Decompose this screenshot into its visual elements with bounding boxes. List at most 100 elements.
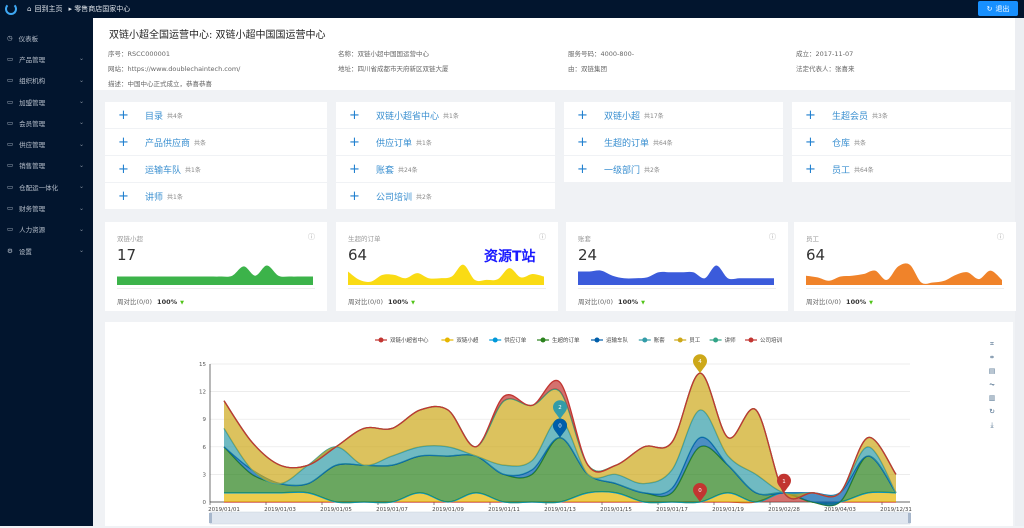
info-field: 法定代表人：张喜来	[796, 63, 855, 73]
legend-item[interactable]: 双链小超省中心	[375, 336, 429, 344]
divider	[348, 288, 546, 289]
plus-icon[interactable]: +	[805, 135, 832, 150]
entity-link[interactable]: + 运输车队 共1条	[105, 156, 327, 182]
sidebar-item[interactable]: ▭ 供应管理 ⌄	[0, 133, 93, 154]
logo-icon[interactable]	[5, 3, 17, 15]
legend-item[interactable]: 生超的订单	[537, 336, 580, 344]
sidebar-item[interactable]: ▭ 仓配运一体化 ⌄	[0, 176, 93, 197]
legend-item[interactable]: 双链小超	[441, 336, 479, 344]
entity-link[interactable]: + 一级部门 共2条	[564, 156, 783, 182]
info-value: 中国中心正式成立，恭喜恭喜	[127, 80, 213, 88]
scrollbar[interactable]	[1015, 18, 1024, 526]
page-title: 双链小超全国运营中心: 双链小超中国国运营中心	[109, 30, 326, 41]
sidebar-item[interactable]: ▭ 人力资源 ⌄	[0, 219, 93, 240]
legend-item[interactable]: 账套	[638, 336, 666, 344]
entity-count: 共条	[854, 139, 867, 147]
data-zoom-slider[interactable]	[209, 511, 911, 525]
plus-icon[interactable]: +	[805, 162, 832, 177]
compare-label: 周对比(0/0)	[578, 298, 614, 306]
entity-link[interactable]: + 仓库 共条	[792, 129, 1011, 155]
sidebar-item[interactable]: ▭ 产品管理 ⌄	[0, 48, 93, 69]
info-icon[interactable]: ⓘ	[997, 232, 1004, 242]
chevron-down-icon: ⌄	[78, 98, 84, 106]
sidebar-item[interactable]: ▭ 会员管理 ⌄	[0, 112, 93, 133]
divider	[806, 288, 1004, 289]
plus-icon[interactable]: +	[349, 135, 376, 150]
entity-link[interactable]: + 双链小超省中心 共1条	[336, 102, 555, 128]
entity-link[interactable]: + 员工 共64条	[792, 156, 1011, 182]
stacked-area-chart: 036912152019/01/01 2019/01/03 2019/01/05 20…	[199, 336, 996, 525]
info-field: 地址：四川省成都市天府新区双链大厦	[338, 63, 449, 73]
bar-chart-icon[interactable]: ▥	[989, 394, 996, 402]
crop-icon[interactable]: ⌗	[990, 340, 994, 348]
plus-icon[interactable]: +	[118, 135, 145, 150]
entity-link[interactable]: + 供应订单 共1条	[336, 129, 555, 155]
plus-icon[interactable]: +	[118, 162, 145, 177]
sidebar-item-label: 仓配运一体化	[19, 183, 59, 192]
info-icon[interactable]: ⓘ	[308, 232, 315, 242]
info-icon[interactable]: ⓘ	[539, 232, 546, 242]
entity-link[interactable]: + 生超会员 共3条	[792, 102, 1011, 128]
folder-icon: ▭	[7, 76, 14, 85]
entity-count: 共64条	[653, 139, 673, 147]
sidebar-item-label: 供应管理	[19, 141, 46, 150]
legend-item[interactable]: 公司培训	[745, 336, 783, 344]
plus-icon[interactable]: +	[349, 162, 376, 177]
info-label: 名称：	[338, 50, 358, 58]
sidebar-item[interactable]: ◷ 仪表板	[0, 27, 93, 48]
plus-icon[interactable]: +	[118, 189, 145, 204]
entity-link[interactable]: + 目录 共4条	[105, 102, 327, 128]
sidebar-item-label: 加盟管理	[19, 98, 46, 107]
legend-item[interactable]: 运输车队	[591, 336, 629, 344]
plus-icon[interactable]: +	[577, 162, 604, 177]
info-field: 成立：2017-11-07	[796, 48, 853, 58]
slider-handle-left[interactable]	[209, 513, 212, 523]
y-tick-label: 9	[203, 417, 207, 423]
line-chart-icon[interactable]: ⏦	[989, 381, 995, 389]
legend-item[interactable]: 供应订单	[489, 336, 527, 344]
logout-button[interactable]: ↻ 退出	[978, 1, 1018, 16]
chevron-down-icon: ⌄	[78, 119, 84, 127]
sidebar-item-label: 销售管理	[19, 162, 46, 171]
refresh-icon[interactable]: ↻	[989, 408, 995, 416]
entity-label: 生超会员	[832, 111, 869, 122]
entity-count: 共4条	[167, 112, 183, 120]
entity-link[interactable]: + 账套 共24条	[336, 156, 555, 182]
plus-icon[interactable]: +	[349, 189, 376, 204]
sidebar-item[interactable]: ▭ 加盟管理 ⌄	[0, 91, 93, 112]
info-value[interactable]: https://www.doublechaintech.com/	[128, 65, 241, 73]
plus-icon[interactable]: +	[349, 108, 376, 123]
restore-crop-icon[interactable]: ⌗	[990, 354, 994, 362]
entity-link[interactable]: + 公司培训 共2条	[336, 183, 555, 209]
folder-icon: ▭	[7, 54, 14, 63]
plus-icon[interactable]: +	[577, 108, 604, 123]
legend-item[interactable]: 员工	[674, 337, 701, 344]
home-link[interactable]: ⌂ 回到主页	[27, 4, 62, 14]
info-label: 描述：	[108, 80, 128, 88]
stat-title: 双链小超	[117, 235, 143, 243]
entity-link[interactable]: + 讲师 共1条	[105, 183, 327, 209]
entity-link[interactable]: + 双链小超 共17条	[564, 102, 783, 128]
data-view-icon[interactable]: ▤	[989, 367, 996, 375]
plus-icon[interactable]: +	[577, 135, 604, 150]
sidebar-item[interactable]: ▭ 组织机构 ⌄	[0, 70, 93, 91]
chevron-down-icon: ⌄	[78, 76, 84, 84]
sparkline	[806, 263, 1002, 285]
breadcrumb-label: 零售商店国家中心	[74, 5, 131, 13]
slider-handle-right[interactable]	[908, 513, 911, 523]
entity-label: 员工	[832, 165, 851, 176]
dashboard-icon: ◷	[7, 33, 13, 42]
breadcrumb[interactable]: ▸ 零售商店国家中心	[68, 4, 130, 14]
sidebar-item[interactable]: ▭ 销售管理 ⌄	[0, 155, 93, 176]
info-icon[interactable]: ⓘ	[769, 232, 776, 242]
download-icon[interactable]: ⤓	[990, 421, 993, 429]
sidebar-item[interactable]: ▭ 财务管理 ⌄	[0, 197, 93, 218]
legend-item[interactable]: 讲师	[709, 336, 737, 344]
entity-link[interactable]: + 生超的订单 共64条	[564, 129, 783, 155]
entity-link[interactable]: + 产品供应商 共条	[105, 129, 327, 155]
sidebar-item[interactable]: ⚙ 设置 ⌄	[0, 240, 93, 261]
sparkline-area	[348, 264, 544, 285]
legend-marker	[540, 337, 546, 343]
plus-icon[interactable]: +	[118, 108, 145, 123]
plus-icon[interactable]: +	[805, 108, 832, 123]
